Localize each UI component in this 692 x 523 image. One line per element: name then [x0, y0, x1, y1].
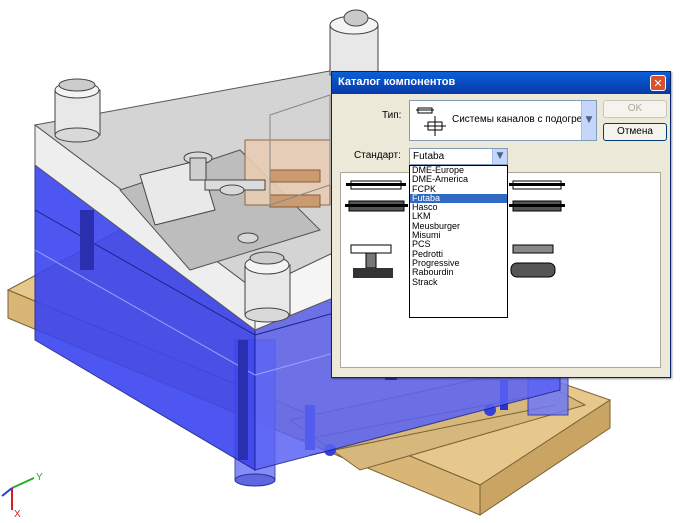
standard-dropdown-list[interactable]: DME-Europe DME-America FCPK Futaba Hasco LKM M… [409, 165, 508, 318]
component-thumbnail[interactable] [509, 200, 565, 212]
standard-option[interactable]: Strack [410, 277, 507, 287]
cap-screw-back [329, 9, 379, 76]
chevron-down-icon[interactable]: ▼ [492, 149, 507, 164]
component-thumbnail[interactable] [346, 180, 406, 190]
chevron-down-icon[interactable]: ▼ [581, 101, 596, 140]
cancel-button[interactable]: Отмена [603, 123, 667, 141]
type-combobox[interactable]: Системы каналов с подогре ▼ [409, 100, 597, 141]
component-thumbnail[interactable] [509, 180, 565, 190]
standard-label: Стандарт: [354, 150, 401, 161]
component-thumbnail[interactable] [350, 244, 393, 278]
cap-screw-left [54, 78, 101, 143]
component-thumbnail[interactable] [345, 200, 408, 212]
type-label: Тип: [382, 110, 402, 121]
standard-combobox[interactable]: Futaba ▼ [409, 148, 508, 165]
z-axis-line [1, 487, 13, 497]
dialog-title: Каталог компонентов [338, 76, 456, 88]
cap-screw-front [244, 251, 291, 323]
component-catalog-dialog: Каталог компонентов ✕ Тип: Системы канал… [331, 71, 671, 378]
close-icon[interactable]: ✕ [650, 75, 666, 91]
x-axis-label: X [14, 509, 21, 520]
dialog-titlebar[interactable]: Каталог компонентов ✕ [332, 72, 670, 94]
component-thumbnail[interactable] [510, 244, 556, 278]
y-axis-line [11, 477, 35, 489]
ok-button[interactable]: OK [603, 100, 667, 118]
type-value: Системы каналов с подогре [452, 114, 582, 125]
standard-value: Futaba [413, 151, 445, 162]
hot-runner-icon [416, 107, 446, 136]
y-axis-label: Y [36, 472, 43, 483]
